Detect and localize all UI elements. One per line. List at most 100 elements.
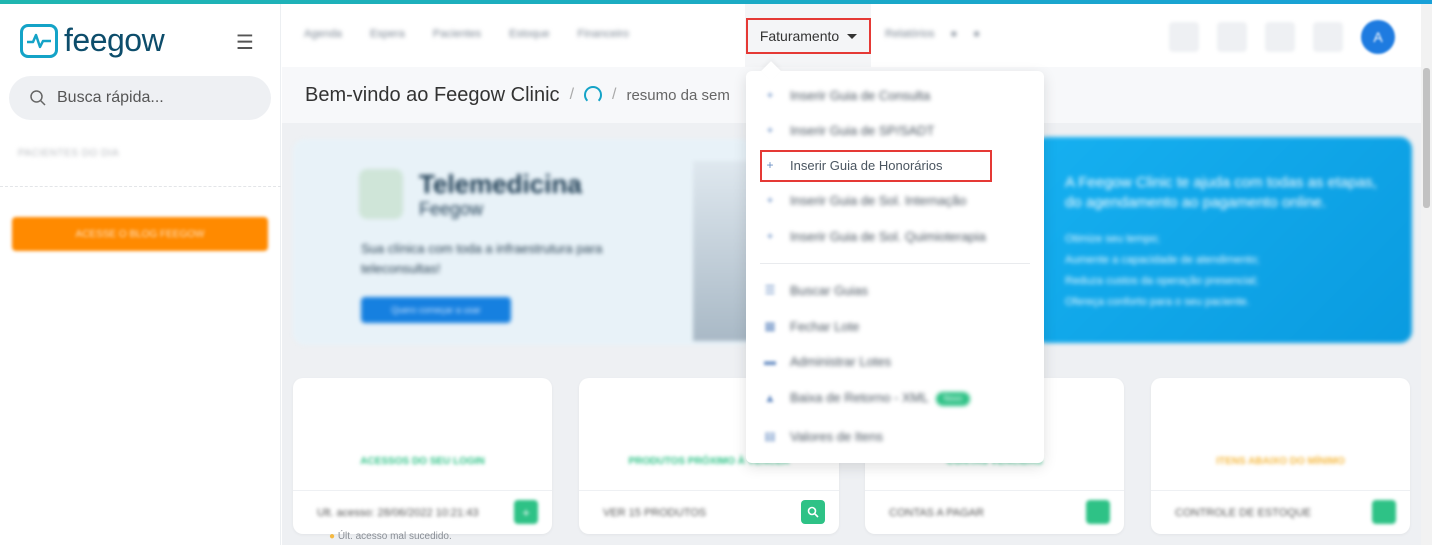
promo-banner[interactable]: A Feegow Clinic te ajuda com todas as et…	[1035, 137, 1412, 343]
menu-item-label: Valores de Itens	[790, 428, 883, 444]
card-footer-text[interactable]: CONTAS A PAGAR	[889, 507, 984, 519]
search-icon[interactable]	[1372, 500, 1396, 524]
new-badge: Novo	[935, 391, 970, 406]
folder-icon: ▬	[764, 354, 776, 368]
plus-icon: +	[766, 229, 774, 243]
calendar-icon: ▦	[764, 319, 776, 333]
blog-button[interactable]: ACESSE O BLOG FEEGOW	[12, 217, 268, 251]
menu-item-label: Inserir Guia de Sol. Internação	[790, 192, 967, 208]
card-warning: ● Últ. acesso mal sucedido.	[329, 531, 452, 542]
breadcrumb-current: resumo da sem	[626, 86, 730, 104]
table-icon: ▤	[764, 429, 776, 443]
nav-item-agenda[interactable]: Agenda	[304, 28, 342, 40]
menu-item-buscar-guias[interactable]: ☰ Buscar Guias	[746, 275, 1044, 305]
menu-item-fechar-lote[interactable]: ▦ Fechar Lote	[746, 311, 1044, 341]
menu-item-label: Administrar Lotes	[790, 353, 892, 369]
menu-item-administrar-lotes[interactable]: ▬ Administrar Lotes	[746, 346, 1044, 376]
card-title: ITENS ABAIXO DO MÍNIMO	[1216, 456, 1345, 467]
menu-item-guia-quimioterapia[interactable]: + Inserir Guia de Sol. Quimioterapia	[746, 221, 1044, 251]
menu-item-valores-itens[interactable]: ▤ Valores de Itens	[746, 421, 1044, 451]
banner-text: Sua clínica com toda a infraestrutura pa…	[361, 241, 603, 276]
nav-more-items: Relatórios ● ●	[885, 28, 980, 40]
highlight-box	[760, 150, 992, 182]
nav-tools: A	[1169, 20, 1395, 54]
menu-item-label: Inserir Guia de Sol. Quimioterapia	[790, 228, 986, 244]
nav-item-financeiro[interactable]: Financeiro	[577, 28, 628, 40]
promo-headline: A Feegow Clinic te ajuda com todas as et…	[1065, 174, 1377, 211]
scrollbar-thumb[interactable]	[1423, 68, 1430, 208]
settings-icon[interactable]: ●	[973, 28, 980, 40]
quick-search[interactable]	[9, 76, 271, 120]
card-warning-text: Últ. acesso mal sucedido.	[337, 531, 452, 542]
plus-icon: +	[766, 193, 774, 207]
print-icon[interactable]	[1265, 22, 1295, 52]
sidebar: feegow ☰ PACIENTES DO DIA ACESSE O BLOG …	[0, 4, 281, 545]
top-navigation: Agenda Espera Pacientes Estoque Financei…	[282, 4, 1421, 67]
banner-photo	[693, 161, 753, 341]
menu-item-label: Buscar Guias	[790, 282, 869, 298]
card-login-access: ACESSOS DO SEU LOGIN Ult. acesso: 28/06/…	[293, 378, 552, 542]
menu-item-label: Inserir Guia de SP/SADT	[790, 122, 935, 138]
avatar[interactable]: A	[1361, 20, 1395, 54]
menu-item-guia-consulta[interactable]: + Inserir Guia de Consulta	[746, 80, 1044, 110]
shield-icon	[359, 169, 403, 219]
caret-down-icon	[847, 33, 858, 39]
card-low-stock: ITENS ABAIXO DO MÍNIMO CONTROLE DE ESTOQ…	[1151, 378, 1410, 534]
upload-icon: ▲	[764, 391, 776, 405]
nav-faturamento-label: Faturamento	[759, 28, 840, 44]
sidebar-divider	[0, 186, 281, 187]
telemedicine-banner[interactable]: Telemedicina Feegow Sua clínica com toda…	[293, 139, 753, 345]
patients-today-label: PACIENTES DO DIA	[18, 148, 120, 159]
banner-cta-label: Quero começar a usar	[391, 305, 481, 315]
page-scrollbar[interactable]	[1421, 4, 1432, 545]
menu-item-label: Baixa de Retorno - XML Novo	[790, 390, 970, 406]
car-icon[interactable]	[1169, 22, 1199, 52]
nav-item-estoque[interactable]: Estoque	[509, 28, 549, 40]
banner-title: Telemedicina	[419, 169, 582, 199]
chat-icon[interactable]: ●	[951, 28, 958, 40]
plus-icon[interactable]: +	[514, 500, 538, 524]
menu-item-text: Baixa de Retorno - XML	[790, 390, 929, 406]
dashboard-icon[interactable]	[584, 86, 603, 104]
promo-line: Ofereça conforto para o seu paciente.	[1065, 296, 1250, 308]
faturamento-dropdown: + Inserir Guia de Consulta + Inserir Gui…	[746, 71, 1044, 463]
quick-search-input[interactable]	[57, 89, 257, 107]
menu-item-guia-spsadt[interactable]: + Inserir Guia de SP/SADT	[746, 115, 1044, 145]
page-title: Bem-vindo ao Feegow Clinic	[305, 83, 560, 106]
list-icon[interactable]	[1217, 22, 1247, 52]
heartbeat-icon	[20, 23, 58, 58]
menu-toggle-icon[interactable]: ☰	[236, 30, 254, 55]
card-footer-text[interactable]: VER 15 PRODUTOS	[603, 507, 706, 519]
card-footer-text: Ult. acesso: 28/06/2022 10:21:43	[317, 506, 479, 519]
brand-name: feegow	[64, 22, 165, 58]
nav-item-pacientes[interactable]: Pacientes	[433, 28, 481, 40]
list-icon: ☰	[764, 283, 776, 297]
search-icon	[30, 90, 46, 106]
breadcrumb-separator: /	[612, 86, 617, 103]
nav-item-espera[interactable]: Espera	[370, 28, 405, 40]
search-icon[interactable]	[801, 500, 825, 524]
search-icon[interactable]	[1086, 500, 1110, 524]
promo-line: Reduza custos da operação presencial;	[1065, 275, 1259, 287]
brand-logo[interactable]: feegow	[20, 22, 165, 59]
promo-line: Aumente a capacidade de atendimento;	[1065, 254, 1260, 266]
card-footer-text[interactable]: CONTROLE DE ESTOQUE	[1175, 507, 1311, 519]
menu-divider	[760, 263, 1030, 264]
warning-icon: ●	[329, 531, 336, 542]
menu-item-label: Fechar Lote	[790, 318, 860, 334]
breadcrumb-separator: /	[569, 86, 575, 103]
nav-item-relatorios[interactable]: Relatórios	[885, 28, 935, 40]
menu-item-guia-internacao[interactable]: + Inserir Guia de Sol. Internação	[746, 185, 1044, 215]
plus-icon: +	[766, 88, 774, 102]
promo-line: Otimize seu tempo;	[1065, 233, 1160, 245]
banner-cta-button[interactable]: Quero começar a usar	[361, 297, 511, 323]
plus-icon: +	[766, 123, 774, 137]
banner-subtitle: Feegow	[419, 199, 484, 219]
menu-item-label: Inserir Guia de Consulta	[790, 87, 931, 103]
users-icon[interactable]	[1313, 22, 1343, 52]
card-footer: VER 15 PRODUTOS	[579, 490, 839, 534]
nav-item-faturamento[interactable]: Faturamento	[746, 18, 871, 54]
menu-item-baixa-retorno-xml[interactable]: ▲ Baixa de Retorno - XML Novo	[746, 383, 1044, 413]
new-badge-label: Novo	[943, 393, 963, 403]
card-title: ACESSOS DO SEU LOGIN	[360, 456, 485, 467]
